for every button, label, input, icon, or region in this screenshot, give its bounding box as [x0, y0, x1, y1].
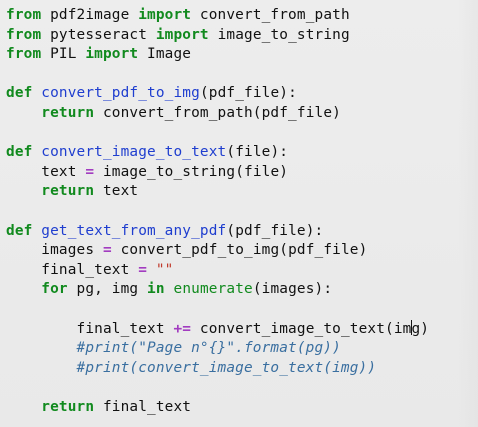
code-line-19: #print(convert_image_to_text(img)) [6, 359, 478, 379]
keyword-return: return [41, 398, 95, 415]
assign-expression: convert_pdf_to_img(pdf_file) [111, 242, 368, 259]
return-expression: convert_from_path(pdf_file) [94, 104, 341, 121]
code-line-17: final_text += convert_image_to_text(img) [6, 319, 478, 340]
import-name: image_to_string [208, 26, 350, 43]
keyword-in: in [147, 281, 165, 298]
code-line-14: final_text = "" [6, 261, 478, 281]
function-name: get_text_from_any_pdf [41, 222, 227, 239]
assign-expression: convert_image_to_text(im [191, 320, 412, 337]
variable-name: final_text [76, 320, 174, 337]
code-block[interactable]: from pdf2image import convert_from_path … [6, 6, 478, 417]
string-literal: "" [147, 261, 174, 278]
keyword-from: from [6, 7, 42, 23]
loop-variables: pg, img [67, 281, 148, 298]
augmented-assign-operator: += [173, 320, 192, 337]
comment: #print(convert_image_to_text(img)) [76, 359, 377, 376]
module-name: PIL [41, 46, 86, 63]
keyword-import: import [85, 46, 139, 63]
import-name: convert_from_path [191, 7, 350, 23]
keyword-def: def [6, 222, 33, 239]
keyword-return: return [41, 183, 95, 200]
code-line-10: return text [6, 182, 478, 202]
assign-expression-tail: g) [411, 320, 430, 337]
keyword-from: from [6, 46, 42, 63]
code-line-18: #print("Page n°{}".format(pg)) [6, 339, 478, 359]
code-line-5: def convert_pdf_to_img(pdf_file): [6, 84, 478, 104]
code-line-13: images = convert_pdf_to_img(pdf_file) [6, 241, 478, 261]
keyword-def: def [6, 144, 33, 161]
code-line-12: def get_text_from_any_pdf(pdf_file): [6, 222, 478, 242]
code-line-9: text = image_to_string(file) [6, 163, 478, 183]
function-name: convert_pdf_to_img [41, 85, 200, 102]
code-line-21: return final_text [6, 398, 478, 418]
code-line-2: from pytesseract import image_to_string [6, 26, 478, 46]
builtin-enumerate: enumerate [164, 281, 253, 298]
keyword-from: from [6, 26, 42, 43]
keyword-for: for [41, 281, 68, 298]
function-args: (file): [226, 144, 289, 161]
loop-iterable: (images): [252, 281, 333, 298]
assign-expression: image_to_string(file) [94, 163, 289, 180]
variable-name: final_text [41, 261, 139, 278]
module-name: pytesseract [41, 26, 156, 43]
comment: #print("Page n°{}".format(pg)) [76, 340, 341, 357]
assign-operator: = [85, 163, 95, 180]
code-line-15: for pg, img in enumerate(images): [6, 280, 478, 300]
return-expression: final_text [94, 398, 192, 415]
keyword-return: return [41, 104, 95, 121]
code-line-8: def convert_image_to_text(file): [6, 143, 478, 163]
keyword-def: def [6, 85, 33, 102]
module-name: pdf2image [41, 7, 139, 23]
keyword-import: import [155, 26, 209, 43]
assign-operator: = [138, 261, 148, 278]
keyword-import: import [138, 7, 192, 23]
function-name: convert_image_to_text [41, 144, 227, 161]
code-editor[interactable]: from pdf2image import convert_from_path … [0, 0, 478, 427]
function-args: (pdf_file): [199, 85, 297, 102]
import-name: Image [138, 46, 192, 63]
return-expression: text [94, 183, 139, 200]
code-line-1: from pdf2image import convert_from_path [6, 6, 478, 26]
assign-operator: = [102, 242, 112, 259]
code-line-6: return convert_from_path(pdf_file) [6, 104, 478, 124]
code-line-3: from PIL import Image [6, 45, 478, 65]
variable-name: text [41, 163, 86, 180]
function-args: (pdf_file): [226, 222, 324, 239]
variable-name: images [41, 242, 103, 259]
